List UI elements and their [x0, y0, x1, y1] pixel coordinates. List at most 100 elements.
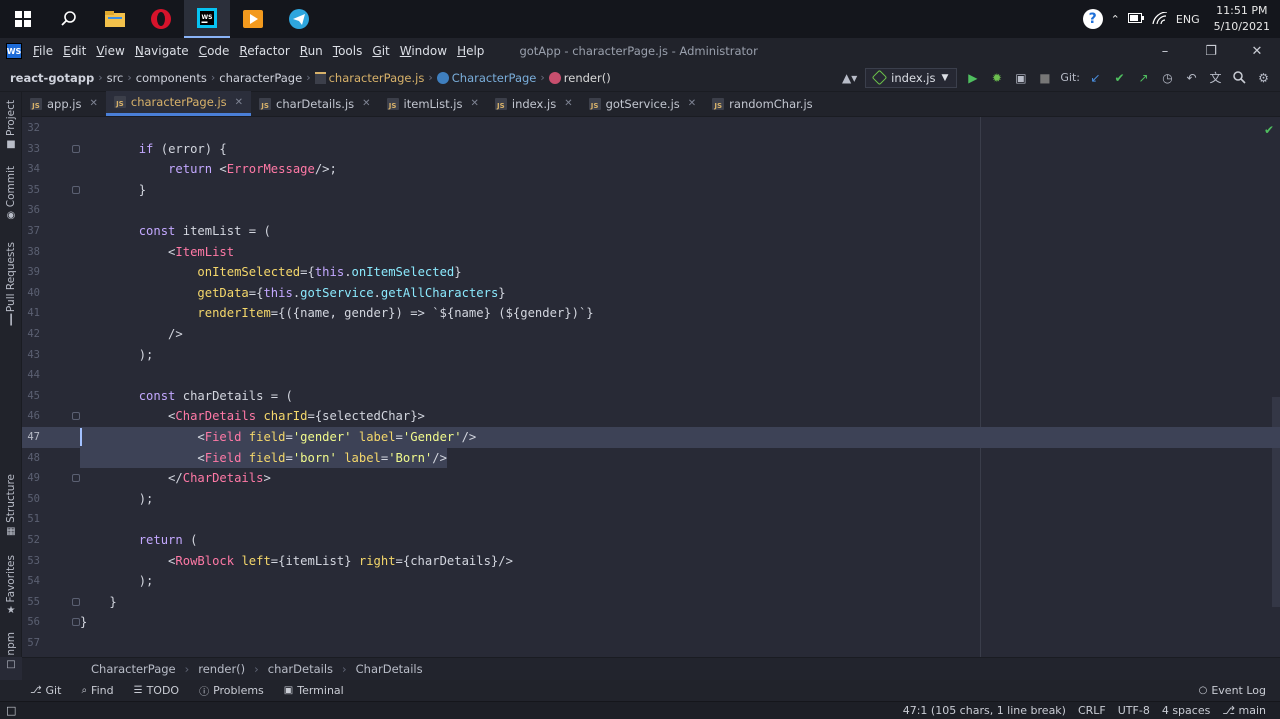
tab-gotservice-js[interactable]: JS gotService.js ✕ — [581, 91, 705, 116]
line-number[interactable]: 36 — [22, 200, 40, 221]
code-editor[interactable]: ✔ 32 33 if (error) {34 return <ErrorMessa… — [22, 117, 1280, 657]
wifi-icon[interactable] — [1152, 10, 1168, 27]
line-number[interactable]: 32 — [22, 118, 40, 139]
breadcrumb-class[interactable]: CharacterPage — [433, 71, 541, 85]
fold-marker-icon[interactable] — [72, 618, 80, 627]
line-number[interactable]: 44 — [22, 365, 40, 386]
tool-event-log[interactable]: ○ Event Log — [1189, 684, 1280, 697]
git-push-icon[interactable]: ↗ — [1135, 69, 1152, 86]
tab-itemlist-js[interactable]: JS itemList.js ✕ — [379, 91, 487, 116]
code-line[interactable]: 51 — [22, 509, 1280, 530]
battery-icon[interactable] — [1127, 12, 1144, 26]
menu-refactor[interactable]: Refactor — [234, 44, 294, 58]
coverage-icon[interactable]: ▣ — [1012, 69, 1029, 86]
breadcrumb-method[interactable]: render() — [545, 71, 615, 85]
code-line[interactable]: 43 ); — [22, 345, 1280, 366]
tab-characterpage-js[interactable]: JS characterPage.js ✕ — [105, 91, 252, 116]
code-line[interactable]: 32 — [22, 118, 1280, 139]
stop-icon[interactable]: ■ — [1036, 69, 1053, 86]
code-line[interactable]: 44 — [22, 365, 1280, 386]
breadcrumb-components[interactable]: components — [132, 71, 211, 85]
editor-crumb-element[interactable]: CharDetails — [347, 662, 432, 676]
line-number[interactable]: 51 — [22, 509, 40, 530]
close-icon[interactable]: ✕ — [90, 98, 98, 109]
code-line[interactable]: 47 <Field field='gender' label='Gender'/… — [22, 427, 1280, 448]
line-number[interactable]: 42 — [22, 324, 40, 345]
menu-code[interactable]: Code — [194, 44, 235, 58]
line-number[interactable]: 33 — [22, 139, 40, 160]
windows-start-icon[interactable] — [0, 0, 46, 38]
tool-find[interactable]: ⌕ Find — [71, 684, 123, 697]
tool-todo[interactable]: ☰ TODO — [124, 684, 189, 697]
language-indicator[interactable]: ENG — [1176, 13, 1200, 26]
code-line[interactable]: 53 <RowBlock left={itemList} right={char… — [22, 551, 1280, 572]
line-number[interactable]: 39 — [22, 262, 40, 283]
code-line[interactable]: 33 if (error) { — [22, 139, 1280, 160]
git-branch[interactable]: ⎇ main — [1216, 704, 1280, 717]
tool-problems[interactable]: ⓘ Problems — [189, 683, 274, 698]
menu-window[interactable]: Window — [395, 44, 452, 58]
code-line[interactable]: 52 return ( — [22, 530, 1280, 551]
close-icon[interactable]: ✕ — [470, 98, 478, 109]
fold-marker-icon[interactable] — [72, 144, 80, 153]
settings-gear-icon[interactable]: ⚙ — [1255, 69, 1272, 86]
git-update-icon[interactable]: ↙ — [1087, 69, 1104, 86]
menu-tools[interactable]: Tools — [328, 44, 368, 58]
caret-position[interactable]: 47:1 (105 chars, 1 line break) — [897, 704, 1072, 717]
rollback-icon[interactable]: ↶ — [1183, 69, 1200, 86]
tool-pull-requests[interactable]: Pull Requests ┃ — [0, 242, 22, 326]
code-line[interactable]: 36 — [22, 200, 1280, 221]
menu-edit[interactable]: Edit — [58, 44, 91, 58]
tab-chardetails-js[interactable]: JS charDetails.js ✕ — [251, 91, 379, 116]
tool-terminal[interactable]: ▣ Terminal — [274, 684, 354, 697]
menu-help[interactable]: Help — [452, 44, 489, 58]
code-line[interactable]: 49 </CharDetails> — [22, 468, 1280, 489]
menu-navigate[interactable]: Navigate — [130, 44, 194, 58]
breadcrumb-project[interactable]: react-gotapp — [0, 71, 98, 85]
line-separator[interactable]: CRLF — [1072, 704, 1112, 717]
menu-run[interactable]: Run — [295, 44, 328, 58]
menu-view[interactable]: View — [91, 44, 129, 58]
line-number[interactable]: 48 — [22, 448, 40, 469]
run-icon[interactable]: ▶ — [964, 69, 981, 86]
code-line[interactable]: 50 ); — [22, 489, 1280, 510]
line-number[interactable]: 43 — [22, 345, 40, 366]
code-line[interactable]: 54 ); — [22, 571, 1280, 592]
tool-git[interactable]: ⎇ Git — [0, 684, 71, 697]
restore-icon[interactable]: ❐ — [1188, 38, 1234, 64]
file-encoding[interactable]: UTF-8 — [1112, 704, 1156, 717]
close-icon[interactable]: ✕ — [1234, 38, 1280, 64]
breadcrumb-src[interactable]: src — [103, 71, 128, 85]
clock[interactable]: 11:51 PM 5/10/2021 — [1208, 3, 1270, 35]
line-number[interactable]: 41 — [22, 303, 40, 324]
chevron-up-icon[interactable]: ⌃ — [1111, 13, 1120, 26]
line-number[interactable]: 55 — [22, 592, 40, 613]
close-icon[interactable]: ✕ — [688, 98, 696, 109]
search-icon[interactable] — [46, 0, 92, 38]
git-commit-icon[interactable]: ✔ — [1111, 69, 1128, 86]
line-number[interactable]: 50 — [22, 489, 40, 510]
search-everywhere-icon[interactable] — [1231, 69, 1248, 86]
line-number[interactable]: 56 — [22, 612, 40, 633]
telegram-icon[interactable] — [276, 0, 322, 38]
line-number[interactable]: 47 — [22, 427, 40, 448]
code-line[interactable]: 40 getData={this.gotService.getAllCharac… — [22, 283, 1280, 304]
code-line[interactable]: 39 onItemSelected={this.onItemSelected} — [22, 262, 1280, 283]
indent-setting[interactable]: 4 spaces — [1156, 704, 1217, 717]
run-config-select[interactable]: index.js ▼ — [865, 67, 958, 88]
code-line[interactable]: 38 <ItemList — [22, 242, 1280, 263]
tab-index-js[interactable]: JS index.js ✕ — [487, 91, 581, 116]
translate-icon[interactable]: 文 — [1207, 69, 1224, 86]
opera-icon[interactable] — [138, 0, 184, 38]
code-line[interactable]: 46 <CharDetails charId={selectedChar}> — [22, 406, 1280, 427]
close-icon[interactable]: ✕ — [235, 97, 243, 108]
help-icon[interactable]: ? — [1082, 9, 1103, 29]
fold-marker-icon[interactable] — [72, 185, 80, 194]
editor-crumb-method[interactable]: render() — [189, 662, 254, 676]
close-icon[interactable]: ✕ — [564, 98, 572, 109]
media-player-icon[interactable] — [230, 0, 276, 38]
line-number[interactable]: 57 — [22, 633, 40, 654]
line-number[interactable]: 53 — [22, 551, 40, 572]
close-icon[interactable]: ✕ — [362, 98, 370, 109]
line-number[interactable]: 35 — [22, 180, 40, 201]
